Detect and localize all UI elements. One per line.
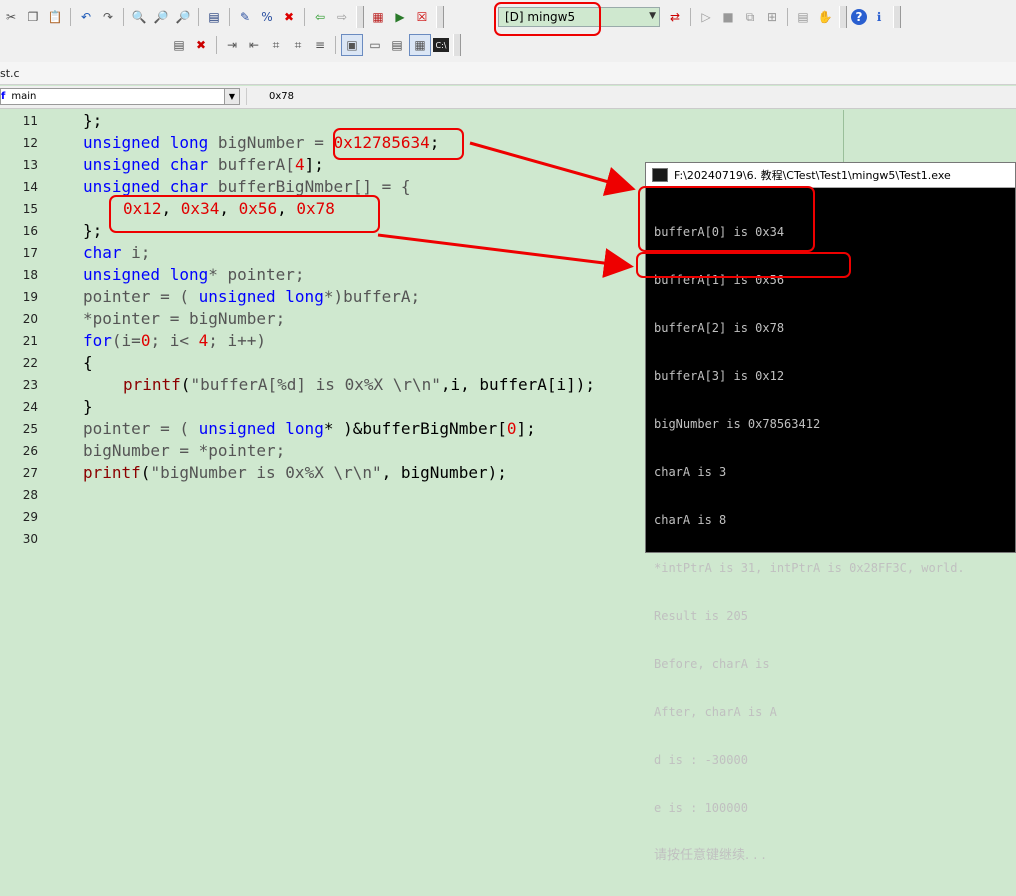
console-line: *intPtrA is 31, intPtrA is 0x28FF3C, wor… xyxy=(654,561,965,575)
console-line: Result is 205 xyxy=(654,609,748,623)
arrow-to-buffer-output xyxy=(469,141,636,196)
console-line: e is : 100000 xyxy=(654,801,748,815)
console-line: d is : -30000 xyxy=(654,753,748,767)
console-line: After, charA is A xyxy=(654,705,777,719)
annotation-arrows xyxy=(377,141,636,278)
console-line: 请按任意键继续. . . xyxy=(654,848,766,863)
arrow-to-bignumber-output xyxy=(377,233,634,278)
console-line: Before, charA is xyxy=(654,657,770,671)
